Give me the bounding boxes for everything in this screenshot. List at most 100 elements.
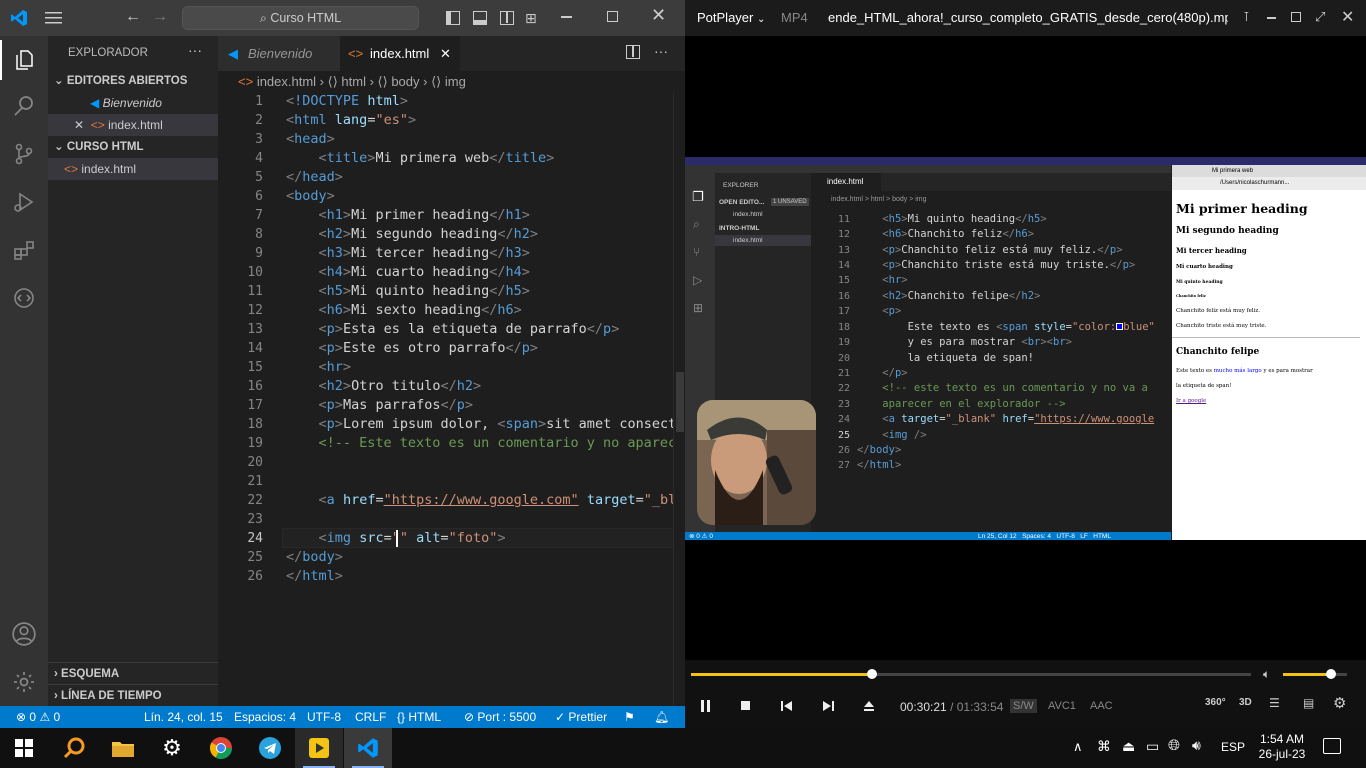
windows-start-icon[interactable] (0, 728, 48, 768)
volume-icon[interactable]: 🔈︎ (1263, 667, 1270, 682)
maximize-icon[interactable] (607, 11, 618, 22)
vertical-scrollbar[interactable] (673, 92, 685, 706)
remote-explorer-icon[interactable] (0, 278, 48, 318)
stop-icon[interactable] (731, 694, 761, 718)
folder-section[interactable]: ⌄ CURSO HTML (48, 136, 218, 158)
chrome-icon[interactable] (197, 728, 245, 768)
open-editor-welcome[interactable]: ◀ Bienvenido (48, 92, 218, 114)
telegram-icon[interactable] (246, 728, 294, 768)
settings-gear-icon[interactable]: ⚙ (1333, 694, 1346, 712)
clock[interactable]: 1:54 AM 26-jul-23 (1255, 732, 1309, 762)
volume-track[interactable] (1283, 669, 1347, 679)
feedback-icon[interactable]: ⚑ (624, 706, 635, 728)
indentation[interactable]: Espacios: 4 (234, 706, 296, 728)
settings-gear-icon[interactable]: ⚙ (148, 728, 196, 768)
next-icon[interactable] (813, 694, 843, 718)
toggle-panel-icon[interactable] (473, 11, 487, 25)
customize-layout-icon[interactable]: ⊞ (525, 10, 537, 27)
problems-indicator[interactable]: ⊗ 0 ⚠ 0 (16, 706, 60, 728)
breadcrumb-item[interactable]: body (391, 74, 419, 89)
close-icon[interactable]: ✕ (74, 118, 84, 132)
preview-link: Ir a google (1176, 398, 1207, 404)
fullscreen-icon[interactable]: ⤢ (1315, 9, 1325, 25)
video-code-line: la etiqueta de span! (857, 352, 1035, 364)
usb-icon[interactable]: ⏏ (1122, 738, 1135, 755)
minimize-icon[interactable] (1267, 17, 1276, 19)
cursor-position[interactable]: Lín. 24, col. 15 (144, 706, 223, 728)
360-icon[interactable]: 360° (1205, 697, 1226, 708)
close-icon[interactable]: ✕ (1341, 7, 1354, 27)
pin-icon[interactable]: ⊺ (1243, 9, 1250, 25)
tab-welcome[interactable]: ◀ Bienvenido (218, 36, 340, 71)
speaker-icon[interactable]: 🔊︎ (1192, 737, 1201, 754)
notifications-icon[interactable] (1323, 738, 1341, 754)
language-indicator[interactable]: ESP (1221, 740, 1245, 754)
chapters-icon[interactable]: ☰ (1269, 696, 1280, 710)
seek-thumb[interactable] (866, 669, 877, 679)
playlist-icon[interactable]: ▤ (1303, 696, 1314, 710)
line-number: 4 (255, 151, 263, 166)
encoding[interactable]: UTF-8 (307, 706, 341, 728)
tab-index-html[interactable]: <> index.html ✕ (340, 36, 460, 71)
more-actions-icon[interactable]: ··· (654, 43, 668, 59)
close-icon[interactable]: ✕ (651, 5, 666, 26)
potplayer-taskbar-icon[interactable] (295, 728, 343, 768)
end-of-line[interactable]: CRLF (355, 706, 386, 728)
video-browser-url: /Users/nicolaschurmann... (1172, 177, 1366, 190)
pause-icon[interactable] (691, 694, 721, 718)
breadcrumb-item[interactable]: index.html (257, 74, 316, 89)
language-mode[interactable]: {} HTML (397, 706, 441, 728)
volume-thumb[interactable] (1326, 669, 1336, 679)
tag-icon: ⟨⟩ (327, 74, 338, 89)
extensions-icon[interactable] (0, 230, 48, 270)
toggle-sidebar-icon[interactable] (446, 11, 460, 25)
close-icon[interactable]: ✕ (440, 36, 451, 71)
vscode-taskbar-icon[interactable] (344, 728, 392, 768)
command-center-search[interactable]: ⌕ Curso HTML (182, 6, 419, 30)
seek-track[interactable] (691, 669, 1251, 679)
toggle-secondary-sidebar-icon[interactable] (500, 11, 514, 25)
breadcrumb-item[interactable]: html (341, 74, 366, 89)
settings-gear-icon[interactable] (0, 662, 48, 702)
file-index-html[interactable]: <> index.html (48, 158, 218, 180)
timeline-section[interactable]: › LÍNEA DE TIEMPO (48, 684, 218, 706)
file-label: index.html (81, 162, 137, 176)
more-actions-icon[interactable]: ··· (188, 42, 202, 58)
file-explorer-icon[interactable] (99, 728, 147, 768)
maximize-icon[interactable] (1291, 12, 1301, 22)
eject-icon[interactable] (854, 694, 884, 718)
video-frame[interactable]: ❐ ⌕ ⑂ ▷ ⊞ EXPLORER OPEN EDITO... 1 UNSAV… (685, 157, 1366, 540)
prettier-status[interactable]: ✓ Prettier (555, 706, 607, 728)
video-codec-badge[interactable]: AVC1 (1045, 699, 1079, 713)
chevron-up-icon[interactable]: ∧ (1073, 739, 1083, 755)
outline-section[interactable]: › ESQUEMA (48, 662, 218, 684)
volume-level (1283, 673, 1331, 676)
minimize-icon[interactable] (561, 16, 572, 18)
battery-icon[interactable]: ▭ (1146, 738, 1159, 755)
source-control-icon[interactable] (0, 134, 48, 174)
search-icon[interactable] (0, 86, 48, 126)
run-debug-icon[interactable] (0, 182, 48, 222)
video-code-line: <h5>Mi quinto heading</h5> (882, 213, 1047, 225)
search-icon[interactable] (50, 728, 98, 768)
renderer-badge[interactable]: S/W (1010, 699, 1037, 713)
split-editor-icon[interactable] (626, 45, 640, 59)
breadcrumb-item[interactable]: img (445, 74, 466, 89)
network-globe-icon[interactable]: 🌐︎ (1168, 737, 1180, 754)
previous-icon[interactable] (772, 694, 802, 718)
tray-app-icon[interactable]: ⌘ (1097, 738, 1111, 755)
audio-codec-badge[interactable]: AAC (1087, 699, 1116, 713)
code-editor[interactable]: 1 2 3 4 5 6 7 8 9 10 11 12 13 14 15 16 1… (218, 92, 685, 706)
back-arrow-icon[interactable]: ← (125, 8, 141, 26)
accounts-icon[interactable] (0, 614, 48, 654)
explorer-files-icon[interactable] (0, 40, 48, 80)
menu-icon[interactable] (45, 10, 63, 26)
forward-arrow-icon[interactable]: → (152, 8, 168, 26)
3d-icon[interactable]: 3D (1239, 697, 1252, 708)
open-editors-section[interactable]: ⌄ EDITORES ABIERTOS (48, 70, 218, 92)
open-editor-index[interactable]: ✕ <> index.html (48, 114, 218, 136)
error-count: 0 (29, 710, 37, 724)
live-server-port[interactable]: ⊘ Port : 5500 (464, 706, 536, 728)
notifications-bell-icon[interactable]: 🔔︎ (654, 706, 669, 728)
potplayer-menu[interactable]: PotPlayer ⌄ (697, 10, 765, 25)
